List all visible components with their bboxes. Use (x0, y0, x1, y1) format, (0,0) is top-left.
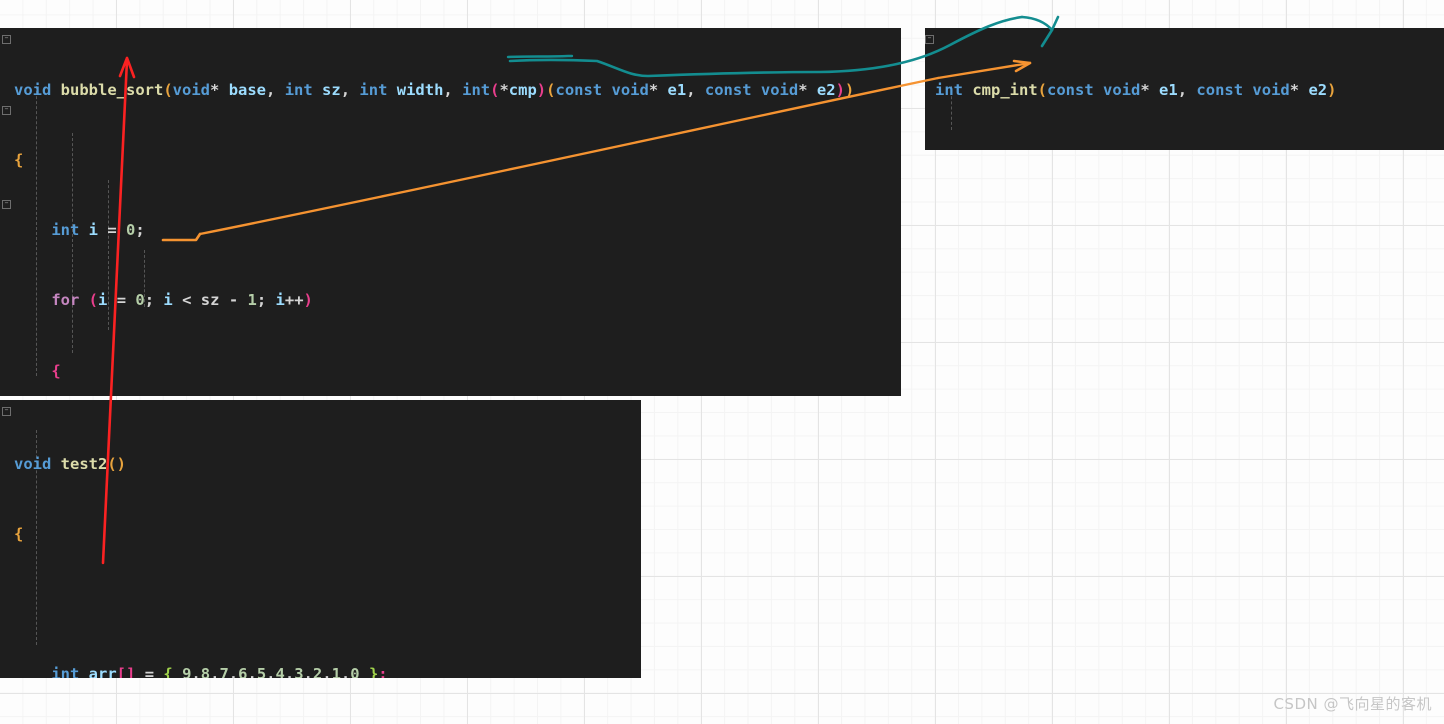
code-line: void bubble_sort(void* base, int sz, int… (14, 80, 855, 99)
code-line: { (935, 149, 1336, 150)
code-line: int i = 0; (51, 221, 145, 240)
code-block-test2: void test2() { int arr[] = { 9,8,7,6,5,4… (0, 400, 641, 678)
code-block-cmp-int: int cmp_int(const void* e1, const void* … (925, 28, 1444, 150)
editor-gutter (0, 400, 14, 678)
whiteboard-canvas: void bubble_sort(void* base, int sz, int… (0, 0, 1444, 724)
fold-marker-icon[interactable] (2, 407, 11, 416)
code-line: for (i = 0; i < sz - 1; i++) (51, 291, 313, 310)
fold-marker-icon[interactable] (2, 106, 11, 115)
code-line: void test2() (14, 454, 127, 473)
code-line: int cmp_int(const void* e1, const void* … (935, 80, 1337, 99)
code-block-bubble-sort: void bubble_sort(void* base, int sz, int… (0, 28, 901, 396)
code-line: { (14, 525, 24, 544)
fold-marker-icon[interactable] (925, 35, 934, 44)
editor-gutter (925, 28, 935, 150)
editor-gutter (0, 28, 14, 396)
code-line: { (51, 361, 61, 380)
code-line: { (14, 151, 24, 170)
fold-marker-icon[interactable] (2, 200, 11, 209)
code-line: int arr[] = { 9,8,7,6,5,4,3,2,1,0 }; (51, 665, 388, 678)
watermark-text: CSDN @飞向星的客机 (1273, 695, 1432, 713)
fold-marker-icon[interactable] (2, 35, 11, 44)
